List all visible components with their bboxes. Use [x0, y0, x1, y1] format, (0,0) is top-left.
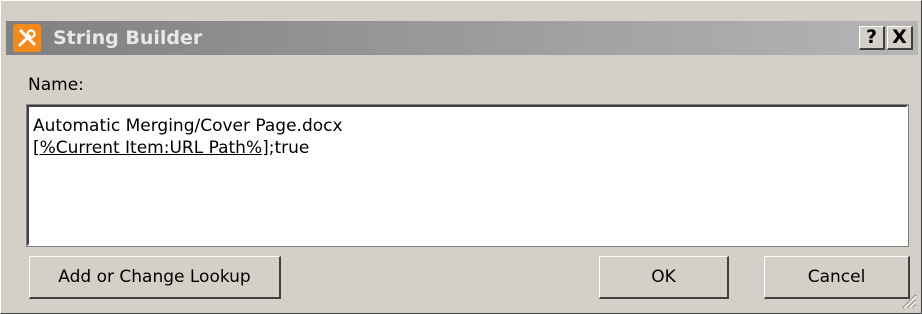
name-textarea[interactable]: Automatic Merging/Cover Page.docx [%Curr…: [26, 104, 909, 247]
value-line-2: [%Current Item:URL Path%];true: [33, 137, 902, 159]
name-label: Name:: [28, 75, 84, 95]
value-line-1: Automatic Merging/Cover Page.docx: [33, 116, 343, 136]
dialog-title: String Builder: [53, 27, 203, 49]
lookup-token[interactable]: [%Current Item:URL Path%]: [33, 138, 269, 158]
resize-grip-icon[interactable]: [899, 291, 917, 309]
tools-icon: [13, 24, 41, 52]
close-button[interactable]: X: [887, 26, 913, 50]
string-builder-dialog: String Builder ? X Name: Automatic Mergi…: [0, 0, 922, 314]
tools-icon-glyph: [18, 29, 36, 47]
cancel-button[interactable]: Cancel: [764, 256, 910, 299]
title-bar[interactable]: String Builder ? X: [6, 21, 918, 55]
value-suffix: ;true: [268, 138, 310, 158]
help-button[interactable]: ?: [859, 26, 885, 50]
add-change-lookup-button[interactable]: Add or Change Lookup: [29, 256, 281, 299]
ok-button[interactable]: OK: [599, 256, 729, 299]
